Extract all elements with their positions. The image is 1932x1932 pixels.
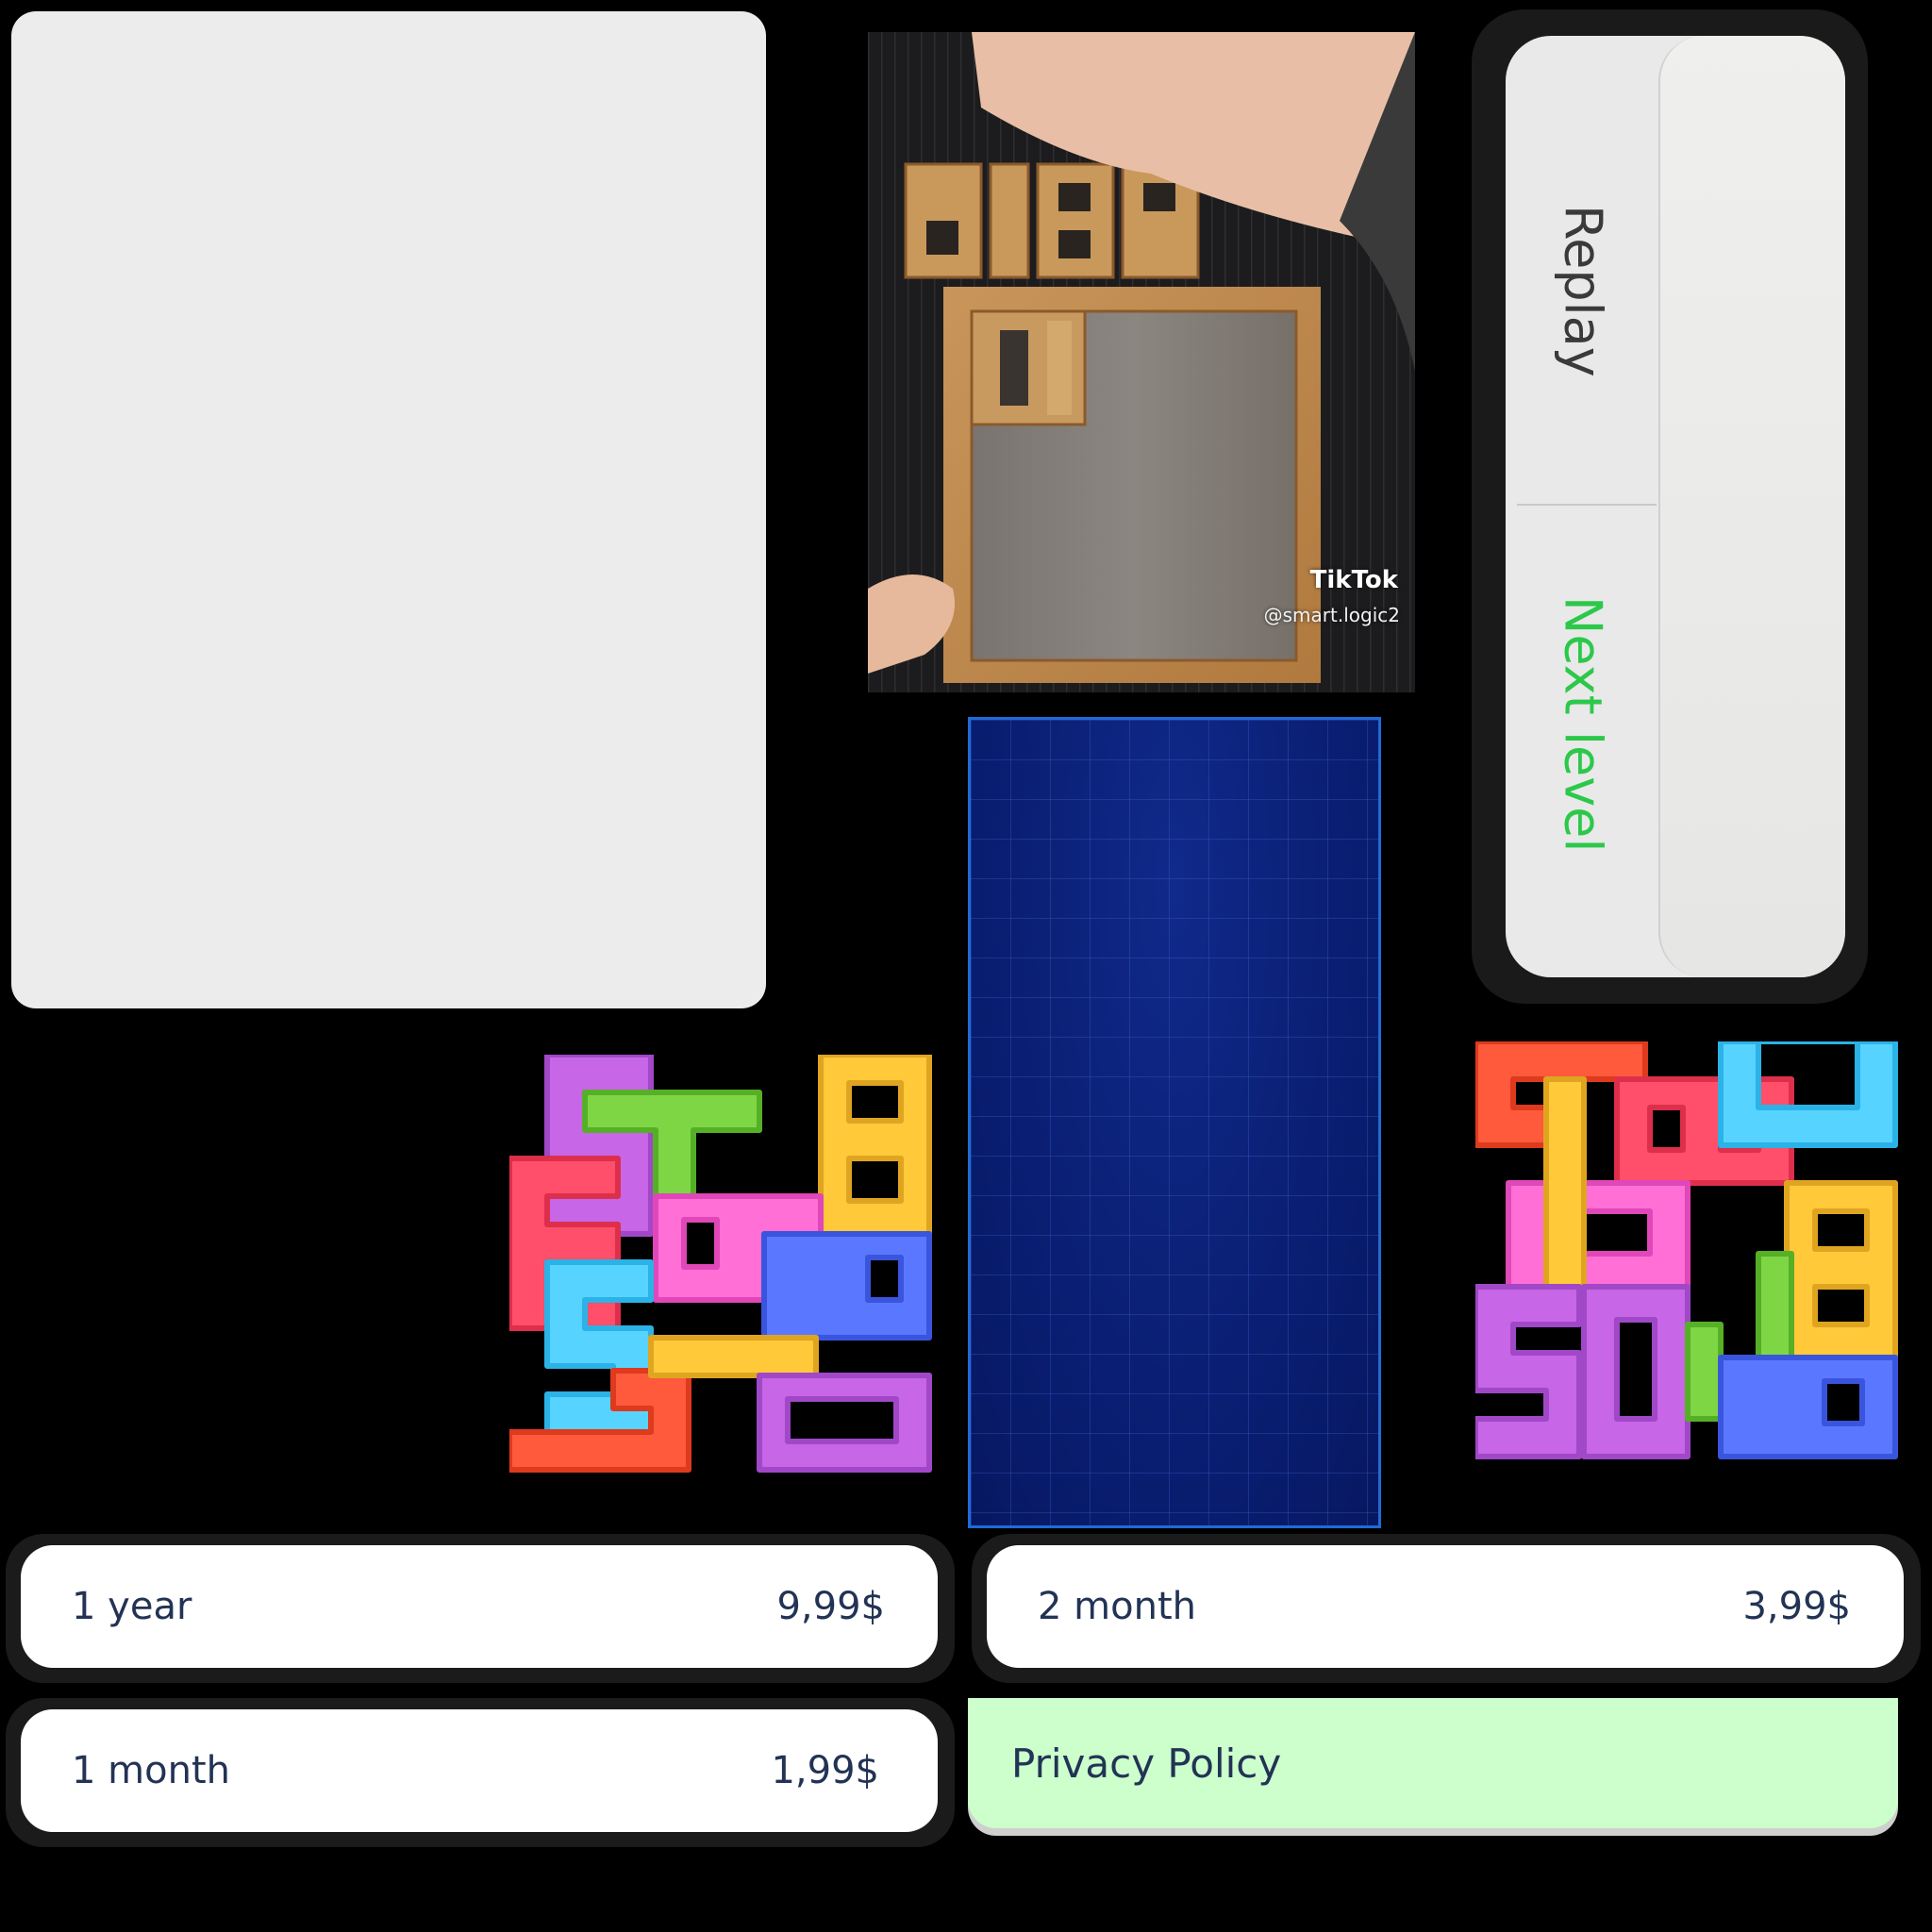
subscription-price: 1,99$ — [771, 1749, 879, 1792]
subscription-price: 3,99$ — [1742, 1585, 1851, 1628]
tiktok-handle: @smart.logic2 — [1263, 604, 1400, 626]
subscription-period: 2 month — [1038, 1585, 1196, 1628]
subscription-option-1-year[interactable]: 1 year 9,99$ — [21, 1545, 938, 1668]
tiktok-logo: TikTok — [1309, 566, 1398, 594]
game-board[interactable] — [968, 717, 1381, 1528]
screen: TikTok @smart.logic2 Replay Next level 1… — [0, 0, 1932, 1932]
subscription-option-1-month[interactable]: 1 month 1,99$ — [21, 1709, 938, 1832]
subscription-option-2-month[interactable]: 2 month 3,99$ — [987, 1545, 1904, 1668]
action-panel: Replay Next level — [1506, 36, 1845, 977]
subscription-price: 9,99$ — [776, 1585, 885, 1628]
action-panel-strip — [1658, 36, 1845, 977]
action-divider — [1517, 504, 1657, 506]
replay-button[interactable]: Replay — [1506, 92, 1660, 489]
subscription-period: 1 year — [72, 1585, 192, 1628]
next-level-button[interactable]: Next level — [1506, 526, 1660, 923]
privacy-policy-link[interactable]: Privacy Policy — [968, 1698, 1898, 1828]
puzzle-pieces-left[interactable] — [509, 1055, 934, 1479]
puzzle-pieces-right[interactable] — [1475, 1041, 1900, 1466]
subscription-period: 1 month — [72, 1749, 230, 1792]
blank-card — [11, 11, 766, 1008]
tutorial-video[interactable]: TikTok @smart.logic2 — [868, 32, 1415, 692]
